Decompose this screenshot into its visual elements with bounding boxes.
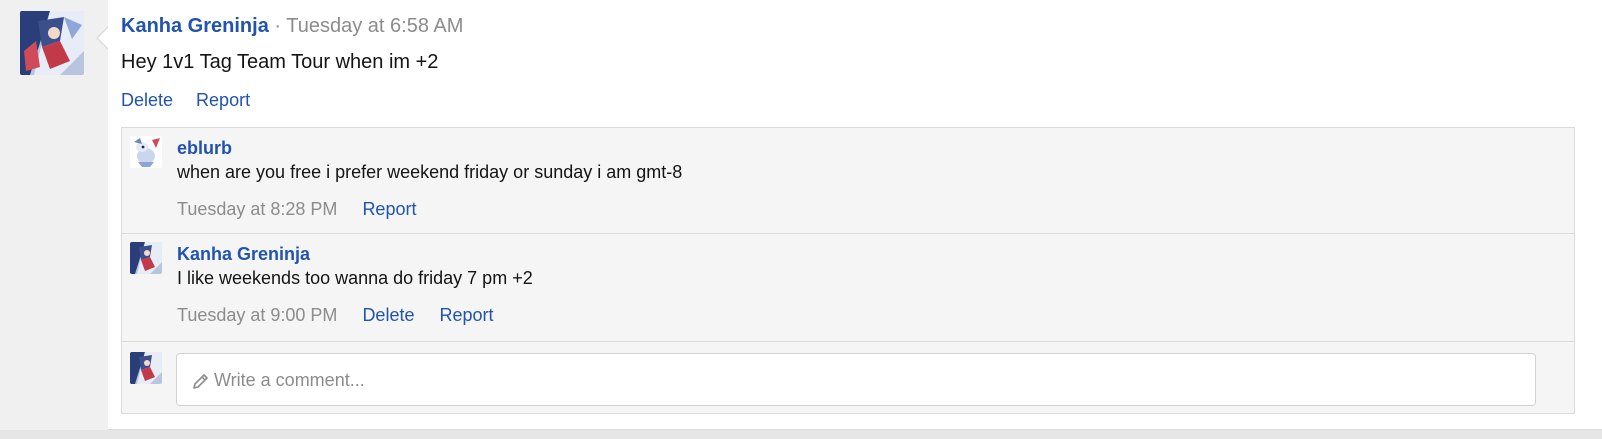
- avatar[interactable]: [130, 136, 162, 168]
- delete-comment-link[interactable]: Delete: [362, 305, 414, 325]
- comment-author-link[interactable]: Kanha Greninja: [177, 243, 310, 265]
- avatar[interactable]: [130, 242, 162, 274]
- page-bottom-bar: [0, 430, 1602, 439]
- speech-arrow-fill: [98, 27, 109, 49]
- comment-message: when are you free i prefer weekend frida…: [177, 162, 683, 182]
- comment-meta: Tuesday at 9:00 PM Delete Report: [177, 304, 514, 326]
- report-post-link[interactable]: Report: [196, 90, 250, 110]
- report-comment-link[interactable]: Report: [362, 199, 416, 219]
- delete-post-link[interactable]: Delete: [121, 90, 173, 110]
- comment-author-link[interactable]: eblurb: [177, 137, 232, 159]
- post-header: Kanha Greninja · Tuesday at 6:58 AM: [121, 14, 463, 38]
- report-comment-link[interactable]: Report: [439, 305, 493, 325]
- comment-timestamp[interactable]: Tuesday at 9:00 PM: [177, 305, 337, 325]
- comment-input[interactable]: Write a comment...: [176, 353, 1536, 406]
- reply-row: Write a comment...: [122, 344, 1574, 413]
- pencil-icon: [191, 371, 211, 391]
- comment-item: eblurb when are you free i prefer weeken…: [122, 128, 1574, 234]
- post-actions: Delete Report: [121, 89, 268, 111]
- comment-input-placeholder: Write a comment...: [214, 370, 365, 390]
- avatar[interactable]: [20, 11, 84, 75]
- comments-panel: eblurb when are you free i prefer weeken…: [121, 127, 1575, 414]
- comment-item: Kanha Greninja I like weekends too wanna…: [122, 234, 1574, 342]
- comment-meta: Tuesday at 8:28 PM Report: [177, 198, 436, 220]
- post-timestamp[interactable]: Tuesday at 6:58 AM: [286, 15, 463, 37]
- avatar[interactable]: [130, 352, 162, 384]
- post-message: Hey 1v1 Tag Team Tour when im +2: [121, 51, 439, 73]
- post-separator: ·: [274, 15, 282, 37]
- comment-timestamp[interactable]: Tuesday at 8:28 PM: [177, 199, 337, 219]
- comment-message: I like weekends too wanna do friday 7 pm…: [177, 268, 533, 288]
- post-author-link[interactable]: Kanha Greninja: [121, 15, 269, 37]
